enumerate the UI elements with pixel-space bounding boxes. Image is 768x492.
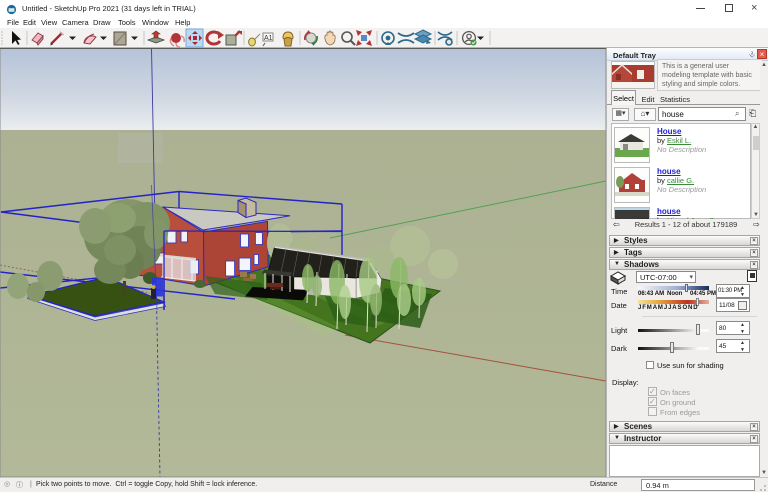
svg-text:A1: A1 (264, 35, 273, 42)
